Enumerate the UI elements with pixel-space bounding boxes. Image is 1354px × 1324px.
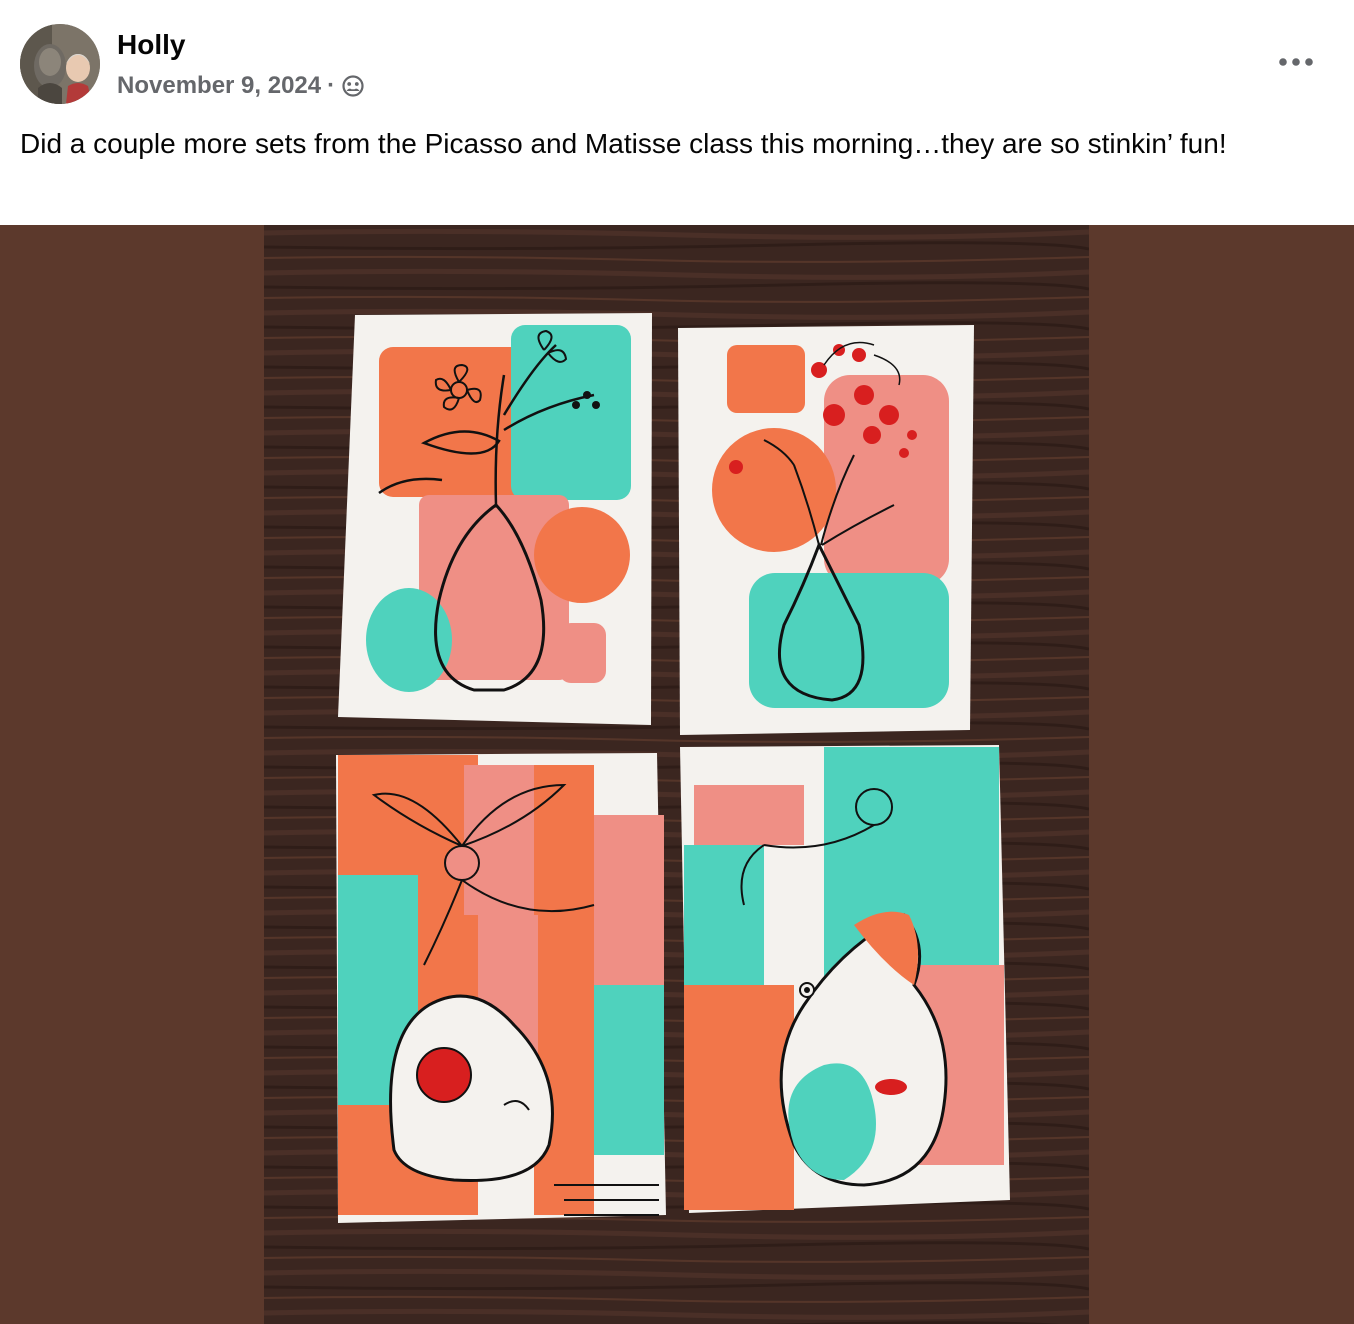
more-options-button[interactable] bbox=[1268, 40, 1324, 84]
facebook-post: Holly November 9, 2024 · Did a couple mo… bbox=[0, 0, 1354, 1324]
post-text: Did a couple more sets from the Picasso … bbox=[20, 128, 1227, 159]
post-media[interactable] bbox=[0, 225, 1354, 1324]
post-header: Holly November 9, 2024 · Did a couple mo… bbox=[0, 0, 1354, 225]
post-meta: November 9, 2024 · bbox=[117, 70, 365, 102]
meta-separator: · bbox=[327, 72, 336, 99]
painting-card-4 bbox=[680, 745, 1010, 1213]
friends-icon[interactable] bbox=[341, 74, 365, 98]
post-photo[interactable] bbox=[264, 225, 1089, 1324]
painting-card-1 bbox=[338, 313, 652, 725]
more-options-icon bbox=[1279, 58, 1313, 66]
author-avatar[interactable] bbox=[20, 24, 100, 104]
painting-card-3 bbox=[336, 753, 666, 1223]
author-name[interactable]: Holly bbox=[117, 28, 185, 62]
post-date[interactable]: November 9, 2024 bbox=[117, 70, 321, 102]
painting-card-2 bbox=[678, 325, 974, 735]
